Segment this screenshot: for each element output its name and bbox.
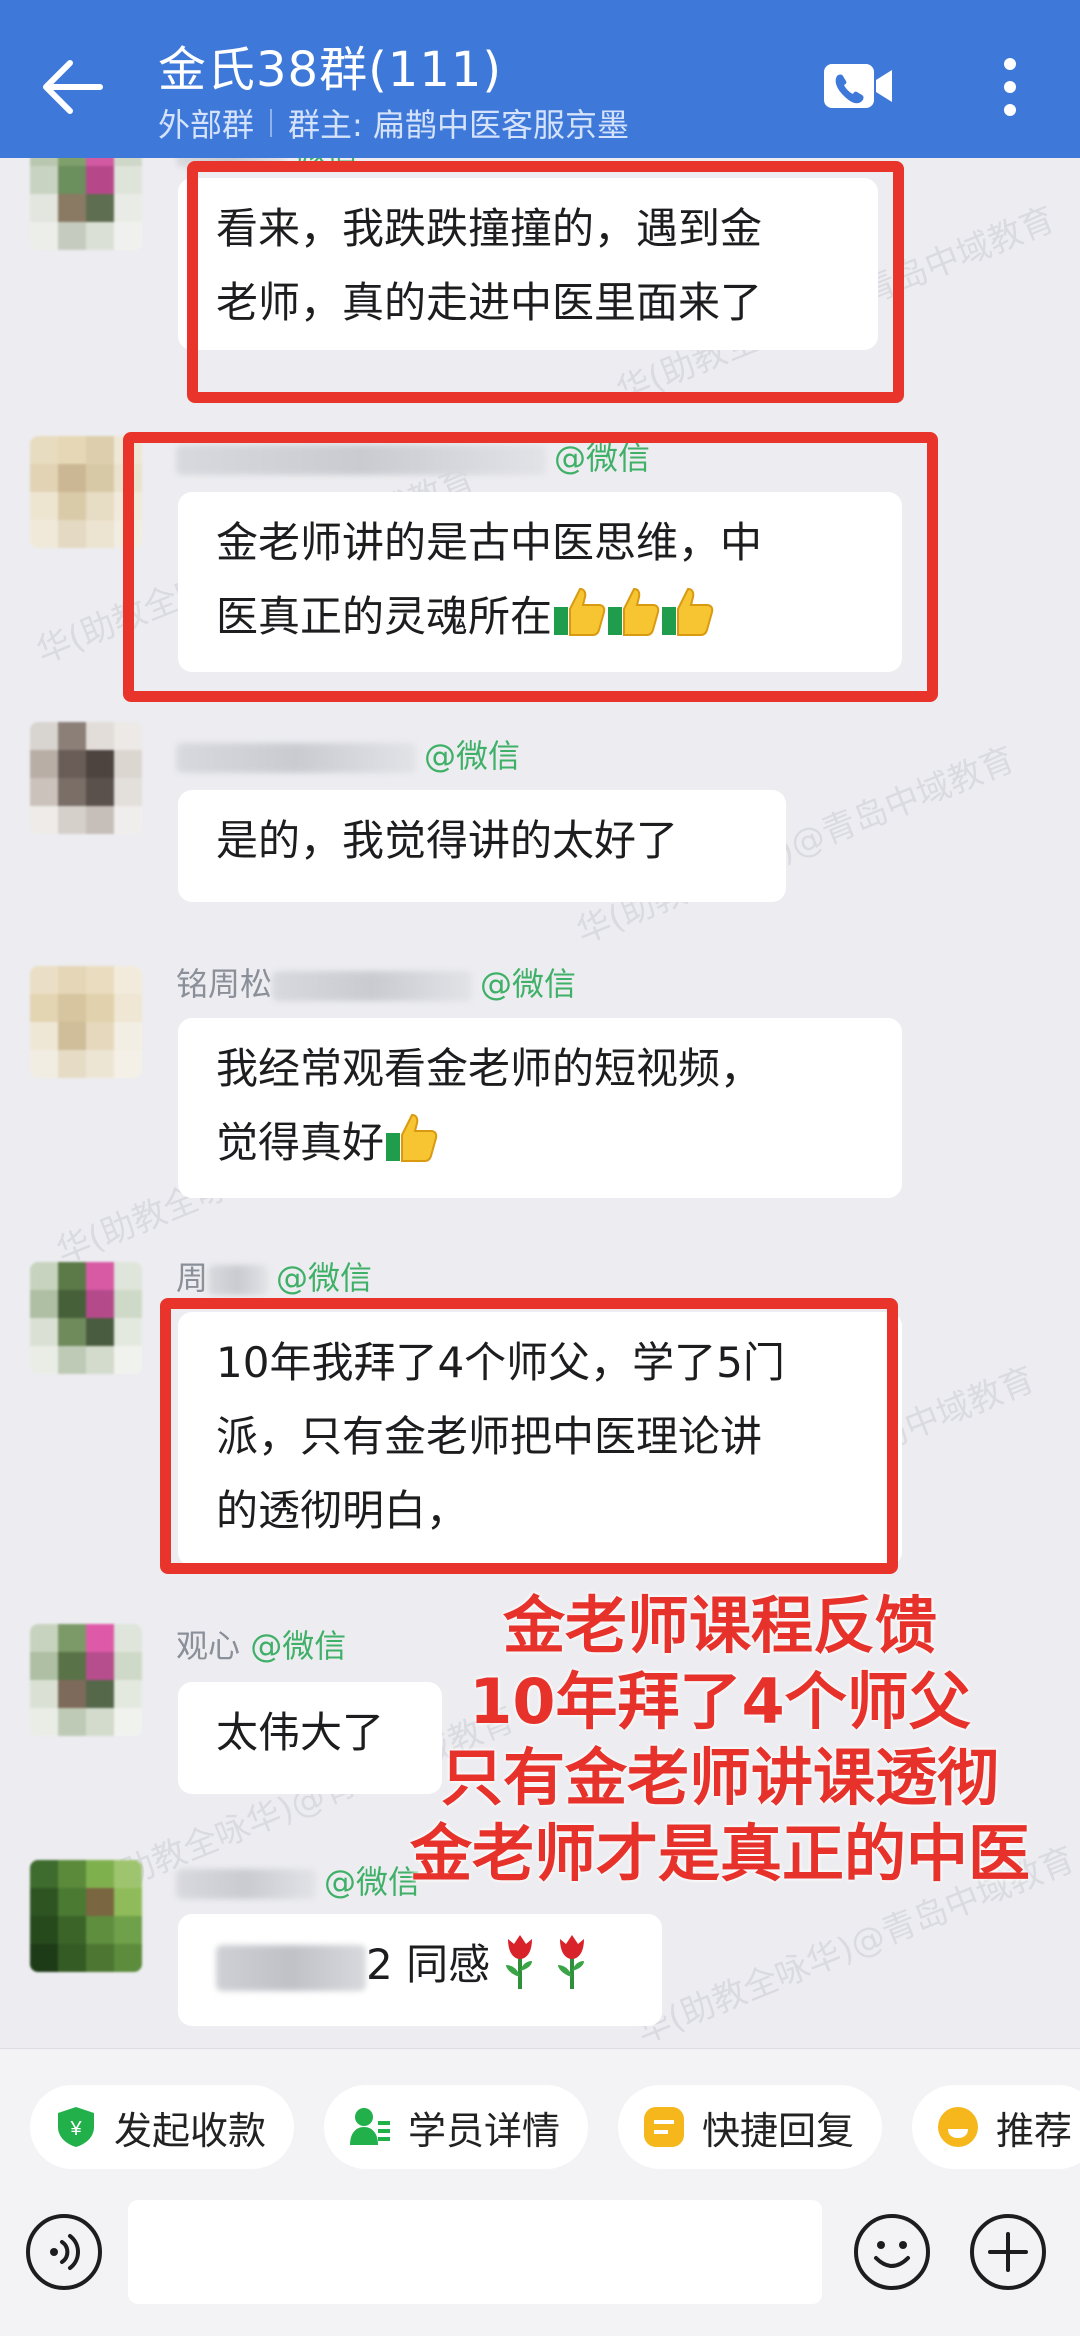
- avatar[interactable]: [30, 158, 142, 250]
- start-payment-button[interactable]: ¥ 发起收款: [30, 2085, 295, 2169]
- rose-icon: [506, 1935, 533, 1989]
- group-subtitle: 外部群 群主: 扁鹊中医客服京墨: [158, 100, 629, 146]
- avatar[interactable]: [30, 1860, 142, 1972]
- blurred-text: [216, 1944, 366, 1991]
- avatar[interactable]: [30, 1624, 142, 1736]
- group-owner: 群主: 扁鹊中医客服京墨: [288, 106, 629, 144]
- student-detail-icon: [350, 2108, 390, 2145]
- message-bubble[interactable]: 我经常观看金老师的短视频， 觉得真好: [178, 1018, 902, 1198]
- blurred-name: [272, 971, 473, 1001]
- avatar[interactable]: [30, 722, 142, 834]
- quick-reply-button[interactable]: 快捷回复: [618, 2085, 883, 2169]
- quick-actions-bar: ¥ 发起收款 学员详情 快捷回复 推荐: [0, 2048, 1080, 2198]
- message-bubble[interactable]: 2 同感: [178, 1914, 662, 2026]
- input-bar: [0, 2198, 1080, 2336]
- blurred-name: [208, 1265, 269, 1295]
- group-title: 金氏38群(111): [158, 42, 503, 98]
- add-more-icon[interactable]: [968, 2212, 1048, 2292]
- overlay-caption: 金老师课程反馈 10年拜了4个师父 只有金老师讲课透彻 金老师才是真正的中医: [360, 1588, 1080, 1892]
- highlight-box: [123, 432, 938, 702]
- back-arrow-icon[interactable]: [38, 52, 108, 122]
- quick-reply-icon: [644, 2107, 684, 2147]
- message-line: 我经常观看金老师的短视频，: [216, 1044, 763, 1093]
- blurred-name: [176, 743, 416, 773]
- payment-shield-icon: ¥: [58, 2107, 94, 2147]
- highlight-box: [160, 1298, 898, 1574]
- caption-line: 金老师课程反馈: [502, 1589, 937, 1662]
- avatar[interactable]: [30, 1262, 142, 1374]
- recommend-button[interactable]: 推荐: [912, 2085, 1080, 2169]
- caption-line: 只有金老师讲课透彻: [440, 1741, 999, 1814]
- sender-name: 铭周松 @微信: [176, 965, 577, 1003]
- svg-text:¥: ¥: [69, 2118, 82, 2140]
- caption-line: 金老师才是真正的中医: [409, 1817, 1030, 1890]
- student-detail-button[interactable]: 学员详情: [324, 2085, 589, 2169]
- divider: [270, 109, 273, 137]
- emoji-icon[interactable]: [852, 2212, 932, 2292]
- message-input[interactable]: [128, 2200, 822, 2304]
- message-bubble[interactable]: 是的，我觉得讲的太好了: [178, 790, 786, 902]
- external-group-tag: 外部群: [158, 106, 255, 144]
- sender-name: @微信: [176, 736, 520, 776]
- sender-name: 周 @微信: [176, 1259, 373, 1297]
- caption-line: 10年拜了4个师父: [469, 1665, 971, 1738]
- more-options-icon[interactable]: [985, 52, 1035, 122]
- avatar[interactable]: [30, 966, 142, 1078]
- message-line-with-emoji: 觉得真好: [216, 1106, 864, 1180]
- sender-name: 观心 @微信: [176, 1627, 347, 1665]
- rose-icon: [558, 1935, 585, 1989]
- thumbs-up-icon: [386, 1113, 438, 1162]
- highlight-box: [187, 161, 904, 403]
- voice-input-icon[interactable]: [24, 2212, 104, 2292]
- message-line: 是的，我觉得讲的太好了: [216, 816, 679, 865]
- blurred-name: [176, 1869, 316, 1899]
- recommend-icon: [938, 2107, 978, 2147]
- chat-messages[interactable]: 华(助教全咏华)@青岛中域教育 华(助教全咏华)@青岛中域教育 华(助教全咏华)…: [0, 158, 1080, 2048]
- video-call-icon[interactable]: [822, 58, 894, 114]
- chat-header: 金氏38群(111) 外部群 群主: 扁鹊中医客服京墨: [0, 0, 1080, 158]
